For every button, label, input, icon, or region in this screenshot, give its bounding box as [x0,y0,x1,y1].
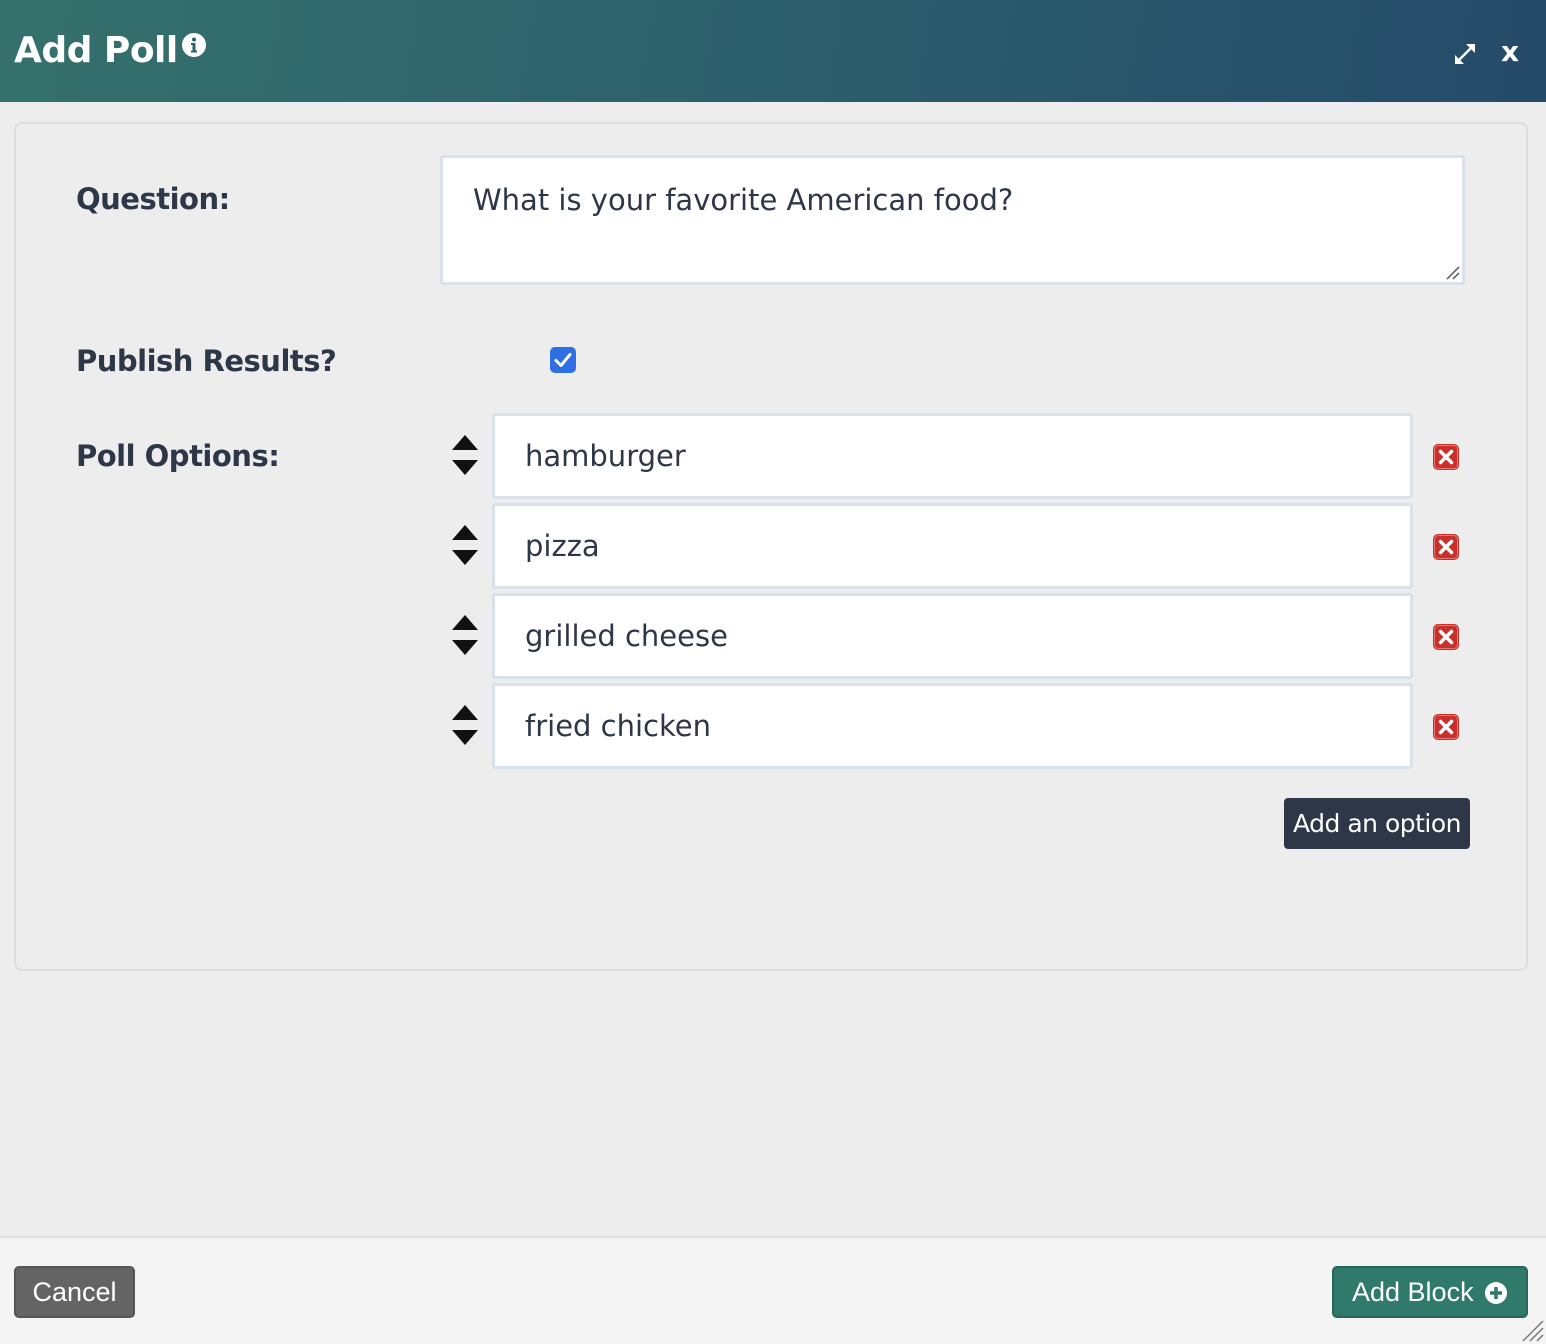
dialog-header: Add Poll x [0,0,1546,102]
close-icon[interactable]: x [1501,38,1519,66]
delete-option-icon[interactable] [1432,443,1460,471]
poll-option-input[interactable] [492,503,1413,589]
add-block-button[interactable]: Add Block [1332,1266,1528,1318]
question-textarea[interactable] [440,155,1465,285]
poll-option-input[interactable] [492,413,1413,499]
sort-handle-icon[interactable] [451,523,479,567]
add-option-button[interactable]: Add an option [1284,798,1470,849]
add-block-label: Add Block [1352,1276,1474,1307]
textarea-resize-icon[interactable] [1444,264,1460,280]
delete-option-icon[interactable] [1432,713,1460,741]
checkmark-icon [554,353,572,367]
publish-results-label: Publish Results? [76,344,337,378]
question-label: Question: [76,182,230,216]
delete-option-icon[interactable] [1432,623,1460,651]
cancel-button[interactable]: Cancel [14,1266,135,1318]
poll-option-row [440,593,1480,679]
poll-option-row [440,503,1480,589]
poll-option-input[interactable] [492,593,1413,679]
plus-circle-icon [1485,1282,1507,1304]
poll-options-label: Poll Options: [76,439,280,473]
window-resize-icon[interactable] [1518,1316,1544,1342]
sort-handle-icon[interactable] [451,703,479,747]
expand-icon[interactable] [1451,40,1479,68]
sort-handle-icon[interactable] [451,433,479,477]
poll-option-input[interactable] [492,683,1413,769]
info-icon[interactable] [181,32,207,58]
poll-option-row [440,413,1480,499]
delete-option-icon[interactable] [1432,533,1460,561]
dialog-footer [0,1236,1546,1344]
sort-handle-icon[interactable] [451,613,479,657]
dialog-title: Add Poll [14,30,178,71]
publish-results-checkbox[interactable] [550,347,576,373]
poll-option-row [440,683,1480,769]
